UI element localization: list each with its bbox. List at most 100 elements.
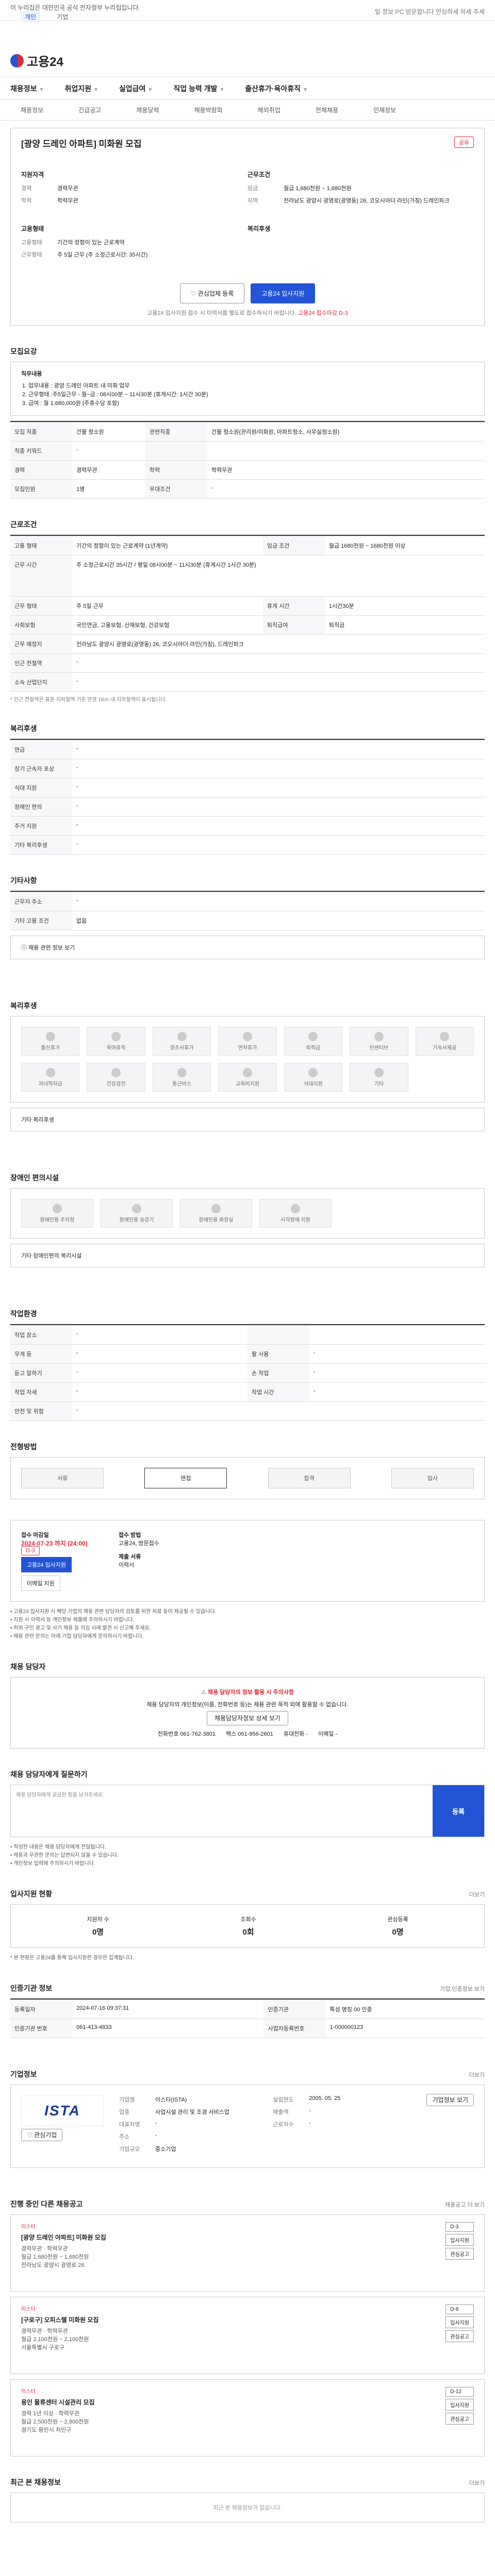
benefit-icon [177, 1067, 187, 1077]
etc-link-box[interactable]: ⓘ 채용 관련 정보 보기 [10, 936, 485, 959]
qa-box: 채용 담당자에게 궁금한 점을 남겨주세요. 등록 [10, 1785, 485, 1837]
sub-nav: 채용정보 긴급공고 채용달력 채용박람회 해외취업 전체채용 인재정보 [0, 100, 495, 121]
conditions-table: 고용 형태 기간의 정함이 있는 근로계약 (1년계약) 임금 조건 월급 1680천… [10, 536, 485, 692]
nav-unemployment-benefits[interactable]: 실업급여 ▼ [119, 83, 153, 94]
step-join: 입사 [391, 1468, 474, 1488]
subnav-fair[interactable]: 채용박람회 [194, 106, 223, 114]
disabled-extra: 기타 장애인편의 복리시설 [10, 1244, 485, 1267]
qa-submit-button[interactable]: 등록 [433, 1785, 484, 1837]
chevron-down-icon: ▼ [39, 87, 44, 93]
contact-box: ⚠ 채용 담당자의 정보 활용 시 주의사항 채용 담당자의 개인정보(이름, … [10, 1677, 485, 1749]
share-button[interactable]: 공유 [454, 137, 474, 148]
benefits-grid: 출산휴가 육아휴직 경조사휴가 연차휴가 퇴직금 인센티브 기숙사제공 자녀학자… [10, 1016, 485, 1103]
rec-item[interactable]: 이스타 용인 물류센터 시설관리 모집 경력 1년 이상 · 학력무관 월급 2… [10, 2379, 485, 2456]
rec-fav-button[interactable]: 관심공고 [446, 2330, 474, 2342]
benefits-extra: 기타 복리후생 [10, 1108, 485, 1131]
benefit-tile: 기숙사제공 [415, 1027, 474, 1056]
subnav-all-jobs[interactable]: 전체채용 [316, 106, 338, 114]
rec-apply-button[interactable]: 입사지원 [446, 2234, 474, 2246]
welfare-table: 연금 - 장기 근속자 포상 - 식대 지원 - 장애인 편의 - 주거 지원 - 기타 … [10, 740, 485, 855]
qa-notes: • 작성한 내용은 채용 담당자에게 전달됩니다. • 채용과 무관한 문의는 … [10, 1844, 119, 1867]
benefits-section-title: 복리후생 [10, 1002, 37, 1010]
benefit-icon [374, 1031, 384, 1041]
site-logo[interactable]: 고용24 [10, 52, 63, 70]
company-fav-button[interactable]: ♡ 관심기업 [21, 2129, 63, 2141]
stats-box: 지원자 수 0명 조회수 0회 관심등록 0명 [10, 1904, 485, 1948]
chevron-down-icon: ▼ [219, 87, 225, 93]
nav-jobs[interactable]: 채용정보 ▼ [10, 83, 44, 94]
benefit-tile: 교육비지원 [218, 1063, 277, 1092]
detail-section-title: 모집요강 [10, 347, 37, 355]
benefit-icon [45, 1067, 55, 1077]
benefit-tile: 경조사휴가 [152, 1027, 211, 1056]
email-apply-button[interactable]: 이메일 지원 [21, 1575, 60, 1591]
step-interview: 면접 [144, 1468, 227, 1488]
benefit-icon [45, 1031, 55, 1041]
benefit-icon [111, 1031, 121, 1041]
rec-apply-button[interactable]: 입사지원 [446, 2316, 474, 2328]
rec-apply-button[interactable]: 입사지원 [446, 2399, 474, 2411]
parking-icon [53, 1204, 62, 1213]
nav-maternity-leave[interactable]: 출산휴가·육아휴직 ▼ [245, 83, 308, 94]
qa-section-title: 채용 담당자에게 질문하기 [10, 1770, 88, 1778]
rec-fav-button[interactable]: 관심공고 [446, 2248, 474, 2260]
stats-note: * 본 현황은 고용24를 통해 입사지원한 경우만 집계됩니다. [10, 1955, 134, 1961]
subnav-urgent[interactable]: 긴급공고 [78, 106, 101, 114]
company-more-link[interactable]: 더보기 [469, 2071, 485, 2079]
rec-dday-badge: D-12 [446, 2387, 474, 2397]
benefit-tile: 인센티브 [350, 1027, 408, 1056]
emp-type-title: 고용형태 [21, 225, 44, 232]
apply-note: 고용24 입사지원 접수 시 이력서를 별도로 접수하시기 바랍니다. 고용24… [147, 310, 348, 316]
disabled-section-title: 장애인 편의시설 [10, 1174, 59, 1182]
subnav-overseas[interactable]: 해외취업 [258, 106, 280, 114]
logo-text: 고용24 [27, 55, 63, 69]
recent-more-link[interactable]: 더보기 [469, 2479, 485, 2487]
facility-tile: 시각장애 지원 [259, 1199, 332, 1228]
restroom-icon [211, 1204, 221, 1213]
contact-section-title: 채용 담당자 [10, 1663, 46, 1671]
rec-section-title: 진행 중인 다른 채용공고 [10, 2200, 83, 2208]
subnav-jobs[interactable]: 채용정보 [21, 106, 43, 114]
rec-more-link[interactable]: 채용공고 더 보기 [445, 2200, 485, 2209]
stats-section-title: 입사지원 현황 [10, 1890, 53, 1898]
rec-item[interactable]: 이스타 [구로구] 오피스텔 미화원 모집 경력무관 · 학력무관 월급 2,1… [10, 2297, 485, 2374]
nav-employment-support[interactable]: 취업지원 ▼ [64, 83, 98, 94]
company-logo: ISTA [21, 2095, 104, 2126]
nav-vocational-training[interactable]: 직업 능력 개발 ▼ [173, 83, 224, 94]
benefit-tile: 육아휴직 [87, 1027, 145, 1056]
rec-item[interactable]: 이스타 [광양 드레인 아파트] 미화원 모집 경력무관 · 학력무관 월급 1… [10, 2214, 485, 2292]
stats-more-link[interactable]: 더보기 [469, 1890, 485, 1899]
benefit-icon [308, 1031, 318, 1041]
company-box: ISTA ♡ 관심기업 기업명 이스타(ISTA) 업종 사업시설 관리 및 조경 … [10, 2084, 485, 2168]
bookmark-button[interactable]: ♡ 관심업체 등록 [179, 283, 245, 303]
rec-dday-badge: D-8 [446, 2304, 474, 2314]
work-cond-title: 근무조건 [248, 171, 271, 178]
benefit-icon [177, 1031, 187, 1041]
chevron-down-icon: ▼ [302, 87, 308, 93]
benefit-tile: 연차휴가 [218, 1027, 277, 1056]
etc-table: 근무지 주소 - 기타 고용 조건 없음 [10, 892, 485, 930]
qa-input[interactable]: 채용 담당자에게 궁금한 점을 남겨주세요. [11, 1785, 433, 1837]
job-title: [광양 드레인 아파트] 미화원 모집 [21, 139, 142, 149]
company-section-title: 기업정보 [10, 2070, 37, 2078]
announce-section-title: 인증기관 정보 [10, 1984, 53, 1992]
benefit-tile: 기타 [350, 1063, 408, 1092]
apply-button[interactable]: 고용24 입사지원 [251, 283, 316, 303]
announce-table: 등록일자 2024-07-16 09:37:31 인증기관 특성 명칭 00 인증 인… [10, 1999, 485, 2038]
apply-now-button[interactable]: 고용24 입사지원 [21, 1557, 72, 1572]
gov-topbar: 이 누리집은 대한민국 공식 전자정부 누리집입니다. 개인 기업 일 정보 P… [0, 0, 495, 22]
recruit-cond-title: 지원자격 [21, 171, 44, 178]
benefit-tile: 출산휴가 [21, 1027, 80, 1056]
benefit-icon [440, 1031, 450, 1041]
rec-fav-button[interactable]: 관심공고 [446, 2413, 474, 2425]
benefit-icon [242, 1067, 252, 1077]
job-desc-box: 직무내용 업무내용 : 광양 드레인 아파트 내 미화 업무 근무형태 :주5일… [10, 362, 485, 416]
conditions-footnote: * 인근 전철역은 표준 지하철역 기준 반경 1Km 내 지하철역이 표시됩니… [10, 697, 167, 703]
company-view-button[interactable]: 기업정보 보기 [426, 2094, 474, 2106]
conditions-section-title: 근로조건 [10, 520, 37, 529]
contact-detail-button[interactable]: 채용담당자정보 상세 보기 [206, 1711, 289, 1725]
chevron-down-icon: ▼ [93, 87, 98, 93]
subnav-calendar[interactable]: 채용달력 [136, 106, 159, 114]
subnav-talent[interactable]: 인재정보 [373, 106, 396, 114]
announce-more-link[interactable]: 기업 인증정보 보기 [440, 1985, 485, 1993]
